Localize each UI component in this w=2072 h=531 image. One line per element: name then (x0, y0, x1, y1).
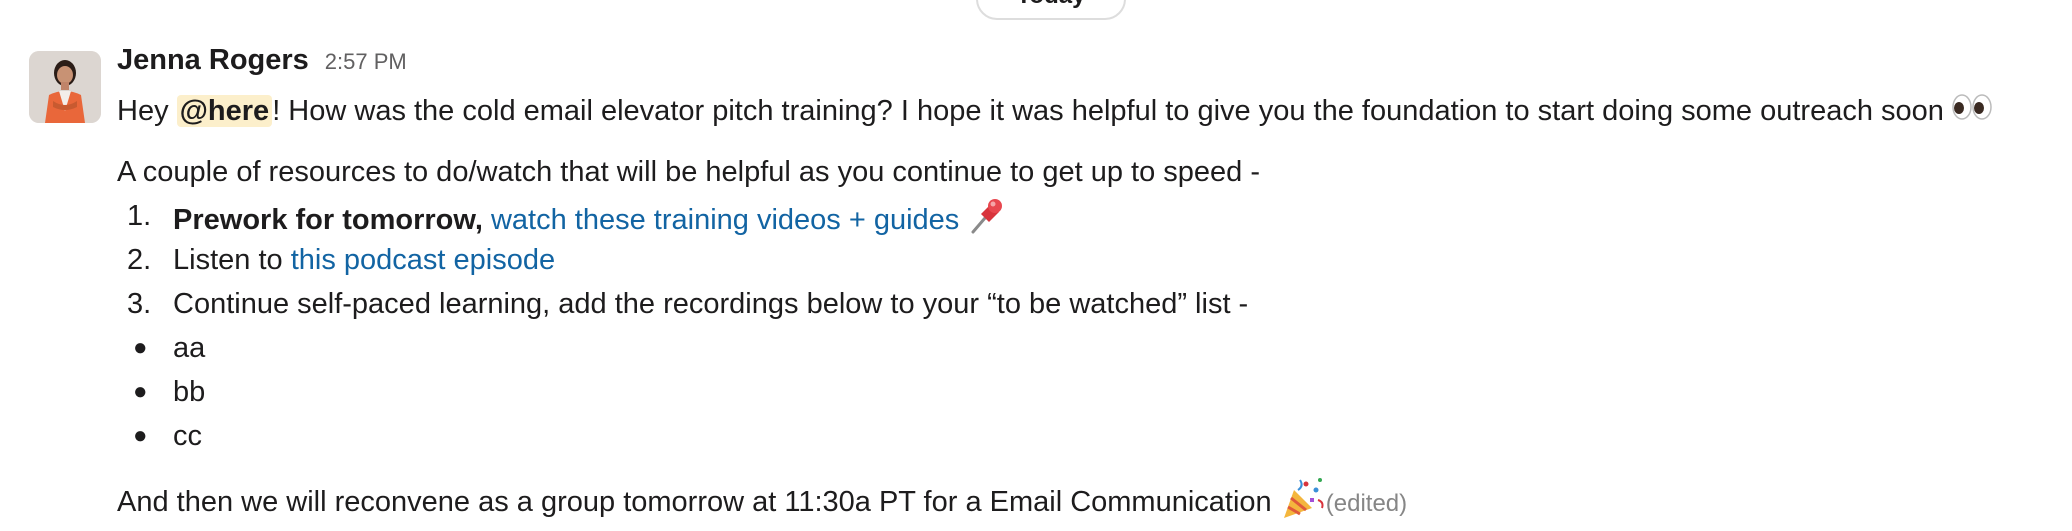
training-videos-link[interactable]: watch these training videos + guides (491, 204, 959, 236)
bullet-text: aa (173, 332, 206, 364)
bullet-text: cc (173, 420, 202, 452)
date-divider-label: Today (1017, 0, 1086, 8)
party-popper-emoji-icon (1280, 476, 1326, 531)
list-number: 3. (127, 288, 152, 320)
pushpin-emoji-icon (967, 196, 1007, 247)
here-mention[interactable]: @here (176, 95, 273, 127)
eyes-emoji-icon (1952, 92, 1992, 132)
bullet-dot-icon: ● (133, 378, 148, 405)
list-number: 2. (127, 244, 152, 276)
message-header: Jenna Rogers 2:57 PM (117, 44, 407, 77)
greeting-body: ! How was the cold email elevator pitch … (272, 95, 1944, 127)
closing-text: And then we will reconvene as a group to… (117, 486, 1272, 519)
bullet-dot-icon: ● (133, 422, 148, 449)
greeting-text: Hey (117, 95, 177, 127)
closing-line: And then we will reconvene as a group to… (117, 476, 1407, 531)
podcast-episode-link[interactable]: this podcast episode (291, 244, 555, 276)
prework-label: Prework for tomorrow, (173, 204, 483, 237)
message-timestamp[interactable]: 2:57 PM (325, 49, 407, 75)
listen-label: Listen to (173, 244, 291, 276)
bullet-text: bb (173, 376, 206, 408)
list-item-text: Continue self-paced learning, add the re… (173, 288, 1249, 320)
bullet-dot-icon: ● (133, 334, 148, 361)
edited-indicator: (edited) (1325, 490, 1408, 518)
message-line-greeting: Hey @here! How was the cold email elevat… (117, 91, 1992, 132)
avatar[interactable] (29, 51, 101, 123)
sender-name[interactable]: Jenna Rogers (117, 44, 309, 77)
user-avatar-image (29, 51, 101, 123)
list-number: 1. (127, 200, 152, 232)
date-divider-pill[interactable]: Today (976, 0, 1126, 20)
intro-text: A couple of resources to do/watch that w… (117, 156, 1260, 188)
